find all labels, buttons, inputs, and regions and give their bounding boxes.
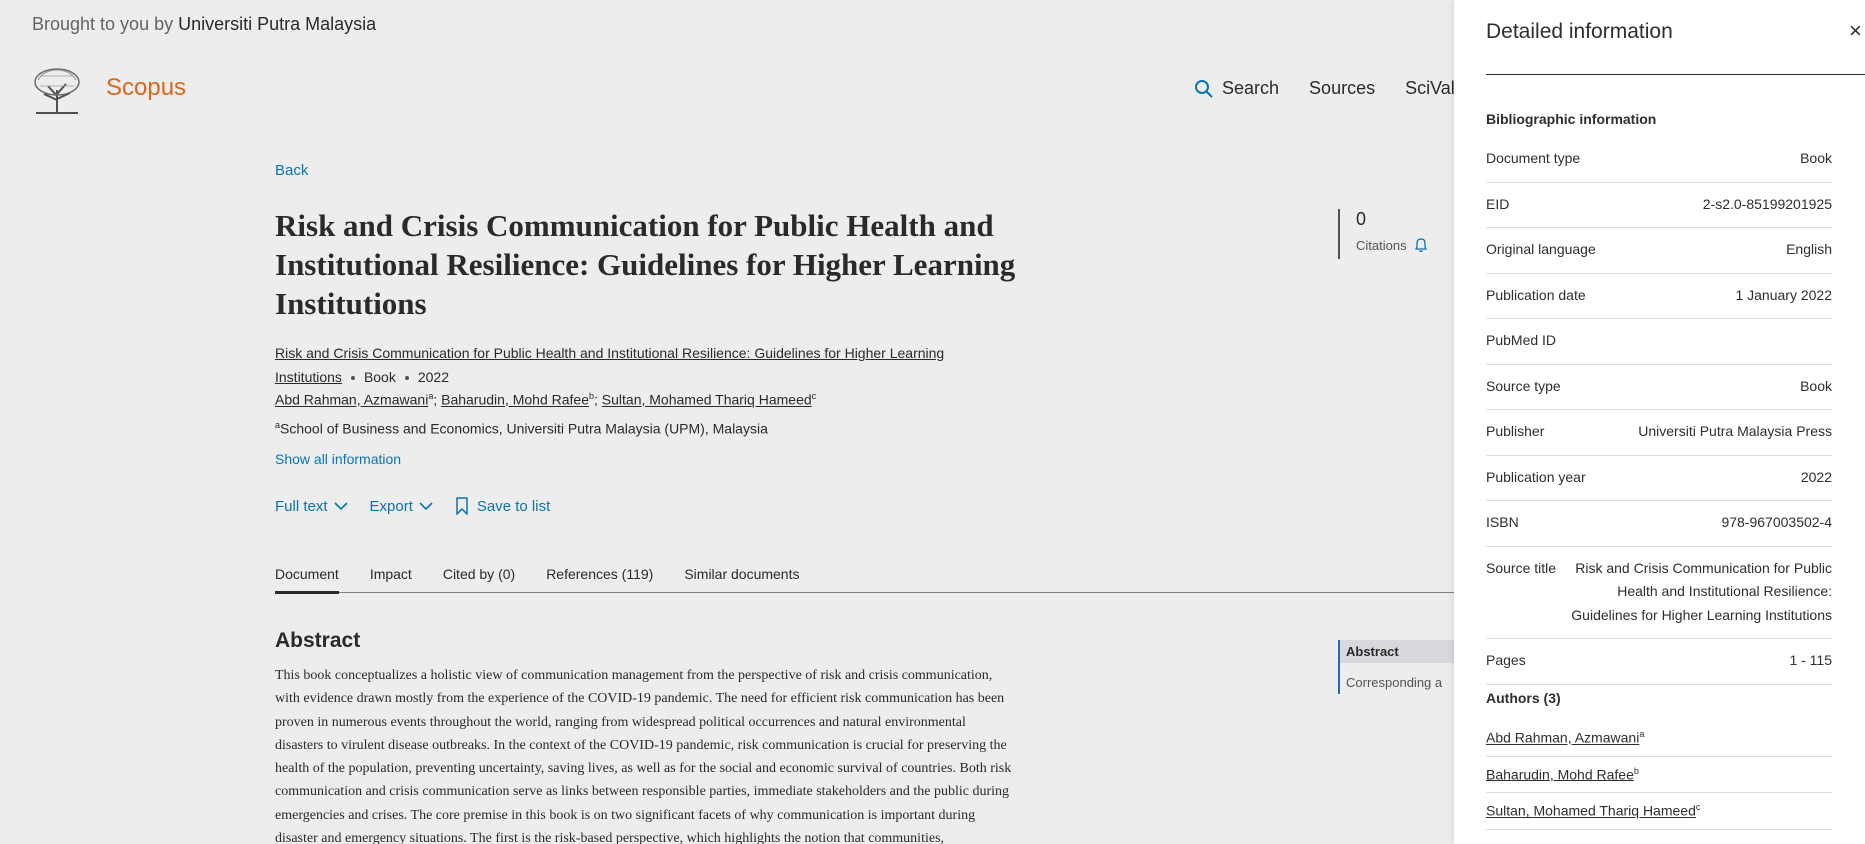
info-key: Original language bbox=[1486, 241, 1596, 257]
info-key: Publication year bbox=[1486, 468, 1586, 485]
info-value: Risk and Crisis Communication for Public… bbox=[1571, 559, 1832, 623]
info-key: PubMed ID bbox=[1486, 332, 1557, 348]
info-key: ISBN bbox=[1486, 514, 1519, 530]
info-key: Document type bbox=[1486, 150, 1581, 166]
close-icon[interactable]: × bbox=[1849, 18, 1862, 44]
info-value: English bbox=[1786, 241, 1832, 257]
author-link[interactable]: Abd Rahman, Azmawani bbox=[1486, 730, 1639, 746]
info-value: 2022 bbox=[1800, 468, 1832, 485]
info-row-pubmed-id: PubMed ID bbox=[1486, 319, 1832, 365]
author-sup: b bbox=[1633, 765, 1639, 776]
info-row-document-type: Document type Book bbox=[1486, 137, 1832, 183]
info-row-publication-year: Publication year 2022 bbox=[1486, 456, 1832, 501]
info-value: 1 - 115 bbox=[1789, 652, 1832, 668]
info-row-language: Original language English bbox=[1486, 228, 1832, 274]
info-key: EID bbox=[1486, 195, 1510, 212]
panel-title: Detailed information bbox=[1486, 20, 1673, 43]
info-key: Pages bbox=[1486, 652, 1526, 668]
detailed-information-panel: Detailed information × Bibliographic inf… bbox=[1454, 0, 1865, 844]
bibliographic-list: Document type Book EID 2-s2.0-85199201925 … bbox=[1486, 137, 1832, 685]
list-item: Abd Rahman, Azmawania bbox=[1486, 720, 1832, 757]
bibliographic-heading: Bibliographic information bbox=[1486, 111, 1657, 127]
info-value: 2-s2.0-85199201925 bbox=[1702, 195, 1832, 212]
authors-heading: Authors (3) bbox=[1486, 690, 1561, 706]
info-row-publisher: Publisher Universiti Putra Malaysia Press bbox=[1486, 410, 1832, 456]
info-row-isbn: ISBN 978-967003502-4 bbox=[1486, 501, 1832, 547]
list-item: Sultan, Mohamed Thariq Hameedc bbox=[1486, 793, 1832, 830]
info-row-eid: EID 2-s2.0-85199201925 bbox=[1486, 183, 1832, 228]
modal-backdrop[interactable] bbox=[0, 0, 1454, 844]
panel-author-list: Abd Rahman, Azmawania Baharudin, Mohd Ra… bbox=[1486, 720, 1832, 830]
info-value: Universiti Putra Malaysia Press bbox=[1638, 423, 1832, 439]
info-value: 978-967003502-4 bbox=[1721, 514, 1832, 530]
author-link[interactable]: Baharudin, Mohd Rafee bbox=[1486, 766, 1634, 782]
author-sup: a bbox=[1639, 729, 1645, 739]
info-key: Source title bbox=[1486, 559, 1557, 576]
list-item: Baharudin, Mohd Rafeeb bbox=[1486, 757, 1832, 794]
info-value bbox=[1596, 329, 1832, 353]
panel-divider bbox=[1486, 74, 1865, 75]
info-value: 1 January 2022 bbox=[1735, 286, 1832, 303]
info-key: Source type bbox=[1486, 377, 1561, 394]
info-row-source-title: Source title Risk and Crisis Communicatio… bbox=[1486, 547, 1832, 639]
info-row-pages: Pages 1 - 115 bbox=[1486, 639, 1832, 685]
author-link[interactable]: Sultan, Mohamed Thariq Hameed bbox=[1486, 803, 1696, 819]
info-value: Book bbox=[1800, 377, 1832, 394]
info-key: Publication date bbox=[1486, 286, 1586, 303]
info-row-source-type: Source type Book bbox=[1486, 365, 1832, 410]
author-sup: c bbox=[1695, 802, 1701, 813]
info-value: Book bbox=[1800, 150, 1832, 166]
info-key: Publisher bbox=[1486, 423, 1545, 439]
info-row-publication-date: Publication date 1 January 2022 bbox=[1486, 274, 1832, 319]
